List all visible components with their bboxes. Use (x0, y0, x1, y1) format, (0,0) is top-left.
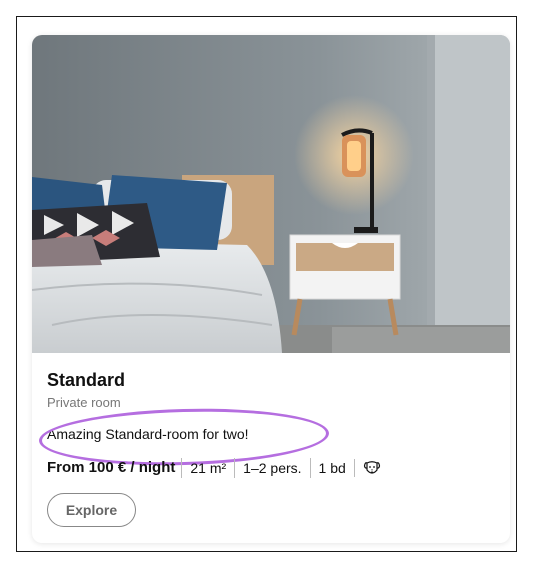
room-area: 21 m² (181, 458, 234, 478)
room-type: Private room (47, 395, 121, 410)
room-facts: From 100 € / night 21 m² 1–2 pers. 1 bd (47, 458, 381, 478)
frame: Standard Private room Amazing Standard-r… (16, 16, 517, 552)
room-card[interactable]: Standard Private room Amazing Standard-r… (32, 35, 510, 543)
pet-friendly (353, 459, 381, 477)
price: From 100 € / night (47, 459, 176, 476)
explore-button[interactable]: Explore (47, 493, 136, 527)
room-title: Standard (47, 370, 126, 390)
guest-count: 1–2 pers. (234, 458, 309, 478)
dog-icon (363, 461, 380, 474)
room-photo (32, 35, 510, 353)
bed-count: 1 bd (309, 458, 354, 478)
